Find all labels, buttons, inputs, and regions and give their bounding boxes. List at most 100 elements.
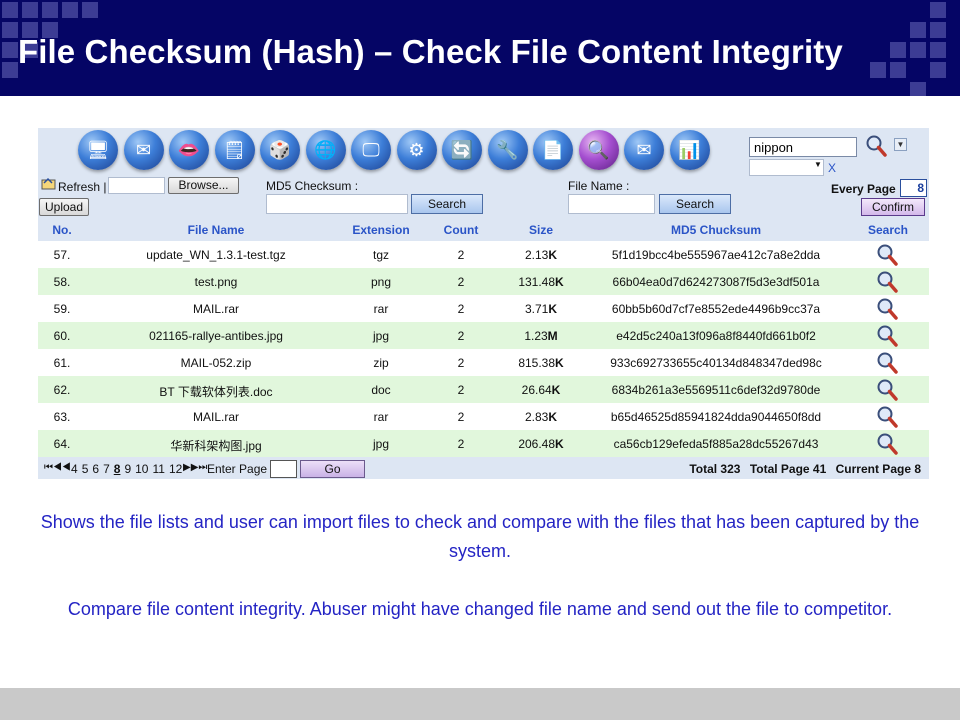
cell-no: 62. xyxy=(53,383,71,397)
cell-count: 2 xyxy=(457,437,465,451)
magnifier-icon[interactable]: 🔍 xyxy=(578,130,619,170)
enter-page-input[interactable] xyxy=(270,460,297,478)
tools-icon[interactable]: 🔧 xyxy=(487,130,528,170)
page-link[interactable]: 10 xyxy=(135,462,148,476)
decorative-square xyxy=(2,22,18,38)
notes-icon[interactable]: 🗒 xyxy=(214,130,255,170)
search-scope-select[interactable] xyxy=(749,159,824,176)
cell-count: 2 xyxy=(457,383,465,397)
confirm-button[interactable]: Confirm xyxy=(861,198,925,216)
every-page-input[interactable]: 8 xyxy=(900,179,927,197)
cell-size: 131.48K xyxy=(501,275,581,289)
computer-icon[interactable]: 🖥 xyxy=(78,130,118,170)
page-link[interactable]: 6 xyxy=(92,462,99,476)
decorative-square xyxy=(42,2,58,18)
cell-file-name: test.png xyxy=(194,275,238,289)
table-row[interactable]: 63. MAIL.rar rar 2 b65d46525d85941824dda9044… xyxy=(38,403,929,430)
md5-search-button[interactable]: Search xyxy=(411,194,483,214)
slide-footer-bar xyxy=(0,688,960,720)
bar-chart-icon[interactable]: 📊 xyxy=(669,130,710,170)
cell-md5: 5f1d19bcc4be555967ae412c7a8e2dda xyxy=(611,248,821,262)
refresh-link[interactable]: Refresh | xyxy=(58,180,106,194)
file-name-input[interactable] xyxy=(568,194,655,214)
row-search-icon[interactable] xyxy=(875,351,899,375)
table-row[interactable]: 58. test.png png 2 66b04ea0d7d624273087f5d3e… xyxy=(38,268,929,295)
size-unit: M xyxy=(547,329,558,343)
chevron-down-icon[interactable]: ▼ xyxy=(894,138,907,151)
row-search-icon[interactable] xyxy=(875,324,899,348)
cell-no: 63. xyxy=(53,410,71,424)
row-search-icon[interactable] xyxy=(875,243,899,267)
cell-size: 26.64K xyxy=(501,383,581,397)
file-path-input[interactable] xyxy=(108,177,165,194)
size-number: 2.13 xyxy=(524,248,549,262)
decorative-square xyxy=(890,62,906,78)
monitor-icon[interactable]: 🖵 xyxy=(351,130,391,170)
page-link[interactable]: 5 xyxy=(82,462,89,476)
cell-count: 2 xyxy=(457,356,465,370)
file-name-label: File Name : xyxy=(568,179,630,193)
table-row[interactable]: 64. 华新科架构图.jpg jpg 2 ca56cb129efeda5f885a28d… xyxy=(38,430,929,457)
row-search-icon[interactable] xyxy=(875,432,899,456)
page-link[interactable]: 7 xyxy=(103,462,110,476)
row-search-icon[interactable] xyxy=(875,405,899,429)
size-unit: K xyxy=(548,302,558,316)
decorative-square xyxy=(930,22,946,38)
size-number: 2.83 xyxy=(524,410,549,424)
upload-button[interactable]: Upload xyxy=(39,198,89,216)
decorative-square xyxy=(910,42,926,58)
mail-send-icon[interactable]: ✉ xyxy=(624,130,664,170)
header-search: Search xyxy=(867,223,909,237)
every-page-label: Every Page xyxy=(831,182,896,196)
document-icon[interactable]: 📄 xyxy=(533,130,573,170)
browse-button[interactable]: Browse... xyxy=(168,177,239,194)
lips-icon[interactable]: 👄 xyxy=(169,130,209,170)
table-row[interactable]: 60. 021165-rallye-antibes.jpg jpg 2 e42d5c24… xyxy=(38,322,929,349)
first-prev-page-icon[interactable]: ⏮◀◀ xyxy=(44,462,71,473)
search-icon[interactable] xyxy=(864,134,888,158)
decorative-square xyxy=(62,2,78,18)
select-arrow-icon[interactable]: ▼ xyxy=(814,160,822,169)
cell-size: 206.48K xyxy=(501,437,581,451)
decorative-square xyxy=(910,22,926,38)
md5-checksum-input[interactable] xyxy=(266,194,408,214)
page-link[interactable]: 4 xyxy=(71,462,78,476)
decorative-square xyxy=(2,2,18,18)
cell-size: 815.38K xyxy=(501,356,581,370)
go-button[interactable]: Go xyxy=(300,460,365,478)
page-link[interactable]: 12 xyxy=(169,462,182,476)
next-last-page-icon[interactable]: ▶▶⏭ xyxy=(183,462,207,473)
cell-count: 2 xyxy=(457,275,465,289)
refresh-globe-icon[interactable]: 🔄 xyxy=(442,130,482,170)
clear-search-button[interactable]: X xyxy=(828,161,836,175)
row-search-icon[interactable] xyxy=(875,270,899,294)
current-page: Current Page 8 xyxy=(835,462,921,476)
description-paragraph-2: Compare file content integrity. Abuser m… xyxy=(67,599,893,619)
cell-size: 2.83K xyxy=(501,410,581,424)
dice-icon[interactable]: 🎲 xyxy=(260,130,300,170)
table-row[interactable]: 59. MAIL.rar rar 2 60bb5b60d7cf7e8552ede4496… xyxy=(38,295,929,322)
page-link[interactable]: 8 xyxy=(114,462,121,476)
page-link[interactable]: 9 xyxy=(124,462,131,476)
cell-md5: b65d46525d85941824dda9044650f8dd xyxy=(610,410,822,424)
gear-icon[interactable]: ⚙ xyxy=(396,130,437,170)
file-name-search-button[interactable]: Search xyxy=(659,194,731,214)
cell-size: 1.23M xyxy=(501,329,581,343)
toolbar-search-input[interactable]: nippon xyxy=(749,137,857,157)
row-search-icon[interactable] xyxy=(875,378,899,402)
table-row[interactable]: 61. MAIL-052.zip zip 2 933c692733655c40134d8… xyxy=(38,349,929,376)
cell-no: 59. xyxy=(53,302,71,316)
size-unit: K xyxy=(551,383,561,397)
globe-icon[interactable]: 🌐 xyxy=(305,130,346,170)
table-row[interactable]: 62. BT 下载软体列表.doc doc 2 6834b261a3e5569511c6… xyxy=(38,376,929,403)
size-number: 3.71 xyxy=(524,302,549,316)
row-search-icon[interactable] xyxy=(875,297,899,321)
size-number: 815.38 xyxy=(518,356,556,370)
table-row[interactable]: 57. update_WN_1.3.1-test.tgz tgz 2 5f1d19bcc… xyxy=(38,241,929,268)
decorative-square xyxy=(2,62,18,78)
size-unit: K xyxy=(548,248,558,262)
page-link[interactable]: 11 xyxy=(152,462,164,476)
mail-icon[interactable]: ✉ xyxy=(123,130,164,170)
cell-extension: zip xyxy=(373,356,389,370)
refresh-icon[interactable] xyxy=(41,177,56,190)
